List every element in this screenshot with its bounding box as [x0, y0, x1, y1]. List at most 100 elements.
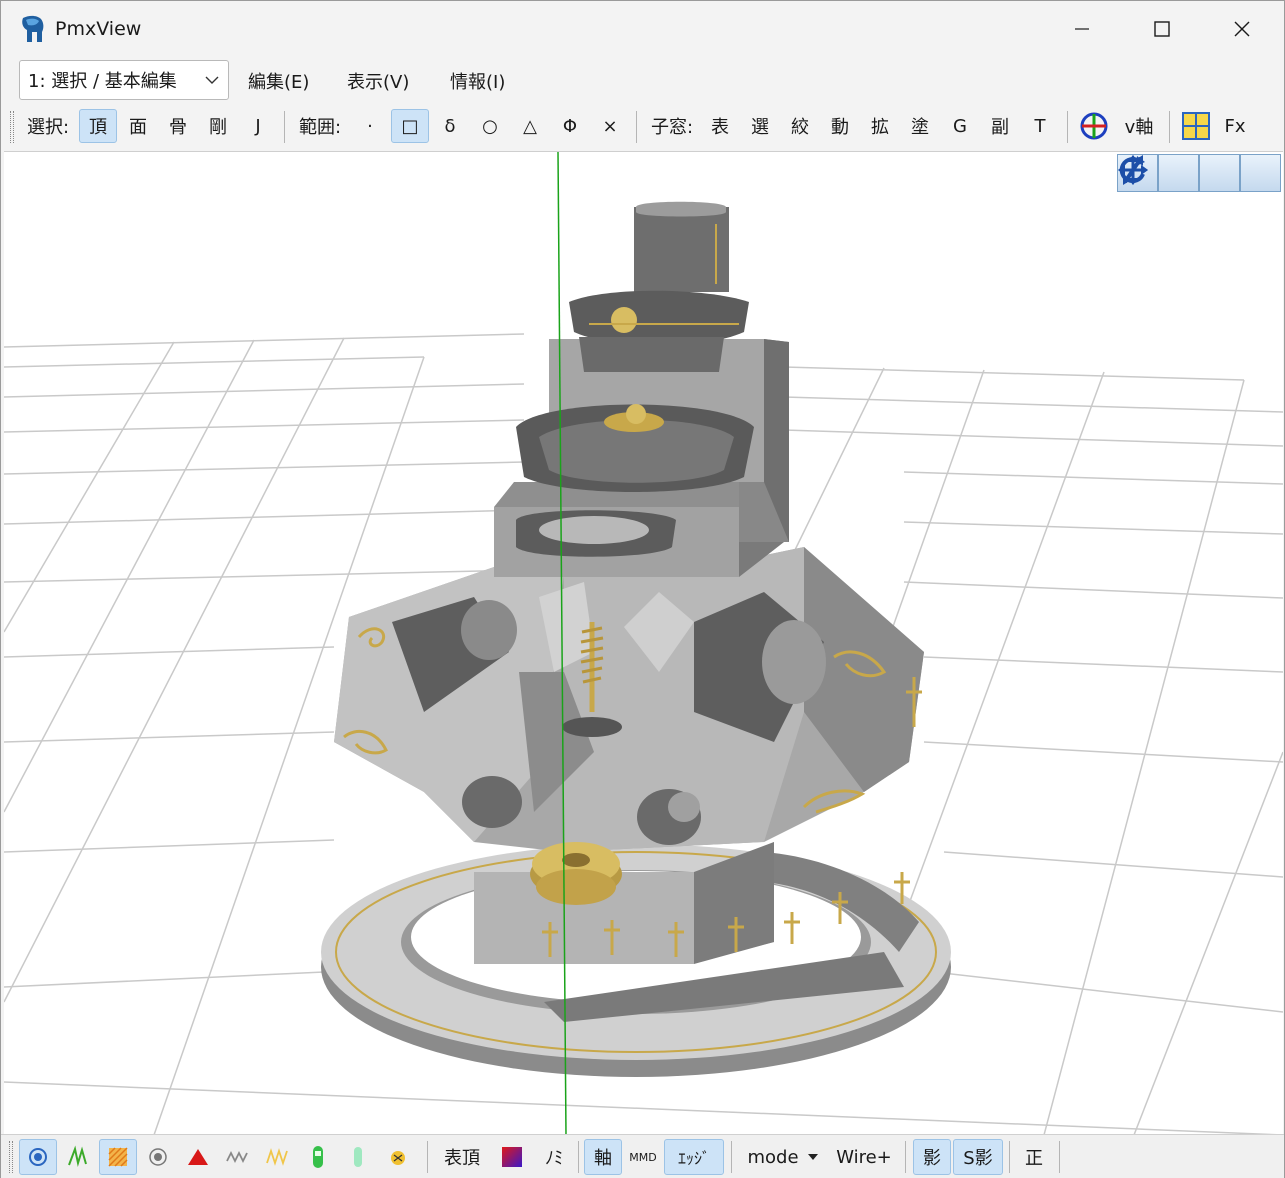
- range-phi-button[interactable]: Φ: [551, 109, 589, 143]
- shadow-button[interactable]: 影: [913, 1139, 951, 1175]
- orthographic-button[interactable]: 正: [1015, 1139, 1053, 1175]
- mmd-button[interactable]: MMD: [624, 1139, 662, 1175]
- statusbar-separator: [1059, 1141, 1060, 1173]
- show-bone-point-button[interactable]: [139, 1139, 177, 1175]
- range-circle-button[interactable]: ○: [471, 109, 509, 143]
- model-top-pillar: [569, 201, 749, 372]
- caret-down-icon: [807, 1154, 818, 1160]
- range-point-button[interactable]: ·: [351, 109, 389, 143]
- show-ik-button[interactable]: [179, 1139, 217, 1175]
- camera-rotate-button[interactable]: [1119, 154, 1281, 192]
- menu-info[interactable]: 情報(I): [450, 68, 505, 94]
- child-scale-button[interactable]: 拡: [861, 109, 899, 143]
- table-vertex-button[interactable]: 表頂: [435, 1139, 489, 1175]
- gray-wave-icon: [226, 1150, 248, 1164]
- show-softbody-button[interactable]: [379, 1139, 417, 1175]
- range-rect-button[interactable]: □: [391, 109, 429, 143]
- statusbar-separator: [731, 1141, 732, 1173]
- select-rigid-button[interactable]: 剛: [199, 109, 237, 143]
- green-scribble-icon: [68, 1145, 87, 1167]
- toolbar-separator: [636, 111, 637, 143]
- mi-button[interactable]: ﾉﾐ: [535, 1139, 573, 1175]
- statusbar-separator: [427, 1141, 428, 1173]
- render-mode-label: mode: [747, 1146, 799, 1168]
- axis-display-button[interactable]: 軸: [584, 1139, 622, 1175]
- render-mode-dropdown[interactable]: mode: [739, 1139, 827, 1175]
- select-bone-button[interactable]: 骨: [159, 109, 197, 143]
- camera-move-button[interactable]: [1118, 154, 1199, 192]
- show-weight-button[interactable]: [99, 1139, 137, 1175]
- show-rigid-button[interactable]: [299, 1139, 337, 1175]
- edge-button[interactable]: ｴｯｼﾞ: [664, 1139, 724, 1175]
- green-capsule-icon: [313, 1146, 323, 1168]
- material-color-button[interactable]: [493, 1139, 531, 1175]
- viewport-camera-tools: [1117, 154, 1281, 192]
- maximize-icon: [1154, 21, 1170, 37]
- child-paint-button[interactable]: 塗: [901, 109, 939, 143]
- self-shadow-button[interactable]: S影: [953, 1139, 1003, 1175]
- gray-dot-icon: [149, 1148, 167, 1166]
- show-vertex-dot-button[interactable]: [19, 1139, 57, 1175]
- edit-mode-select[interactable]: 1: 選択 / 基本編集: [19, 60, 229, 100]
- edit-mode-value: 1: 選択 / 基本編集: [28, 71, 177, 92]
- scene-render: [4, 152, 1283, 1134]
- layout-grid-button[interactable]: [1177, 109, 1215, 143]
- child-table-button[interactable]: 表: [701, 109, 739, 143]
- close-icon: [1234, 21, 1250, 37]
- child-window-label: 子窓:: [650, 117, 694, 138]
- child-g-button[interactable]: G: [941, 109, 979, 143]
- 3d-viewport[interactable]: [4, 151, 1283, 1134]
- select-joint-button[interactable]: J: [239, 109, 277, 143]
- show-normals-button[interactable]: [59, 1139, 97, 1175]
- fx-button[interactable]: Fx: [1217, 109, 1253, 143]
- red-triangle-icon: [188, 1149, 208, 1165]
- orange-hatch-icon: [108, 1147, 128, 1167]
- toolbar-grip[interactable]: [10, 111, 14, 143]
- radio-dot-icon: [29, 1148, 47, 1166]
- main-toolbar: 選択: 頂 面 骨 剛 J 範囲: · □ δ ○ △ Φ × 子窓: 表 選 …: [1, 103, 1284, 149]
- menu-edit[interactable]: 編集(E): [248, 68, 309, 94]
- yellow-blob-icon: [391, 1151, 405, 1165]
- crosshair-axis-icon: [1080, 112, 1108, 140]
- maximize-button[interactable]: [1122, 1, 1202, 57]
- show-bone-link-button[interactable]: [219, 1139, 257, 1175]
- select-label: 選択:: [26, 117, 70, 138]
- yellow-wave-icon: [266, 1148, 288, 1166]
- menu-view[interactable]: 表示(V): [347, 68, 409, 94]
- chevron-down-icon: [205, 76, 219, 84]
- app-window: PmxView 1: 選択 / 基本編集 編集(E) 表示(V) 情報(I) 選…: [0, 0, 1285, 1178]
- gradient-swatch-icon: [502, 1147, 522, 1167]
- v-axis-button[interactable]: v軸: [1117, 109, 1161, 143]
- child-filter-button[interactable]: 絞: [781, 109, 819, 143]
- select-vertex-button[interactable]: 頂: [79, 109, 117, 143]
- statusbar-separator: [905, 1141, 906, 1173]
- show-joint-button[interactable]: [339, 1139, 377, 1175]
- child-sub-button[interactable]: 副: [981, 109, 1019, 143]
- child-move-button[interactable]: 動: [821, 109, 859, 143]
- child-select-button[interactable]: 選: [741, 109, 779, 143]
- gold-gear: [530, 842, 622, 905]
- minimize-button[interactable]: [1042, 1, 1122, 57]
- axis-toggle-button[interactable]: [1075, 109, 1113, 143]
- wireframe-button[interactable]: Wire+: [831, 1139, 897, 1175]
- rotate-icon: [1119, 156, 1145, 184]
- range-label: 範囲:: [298, 117, 342, 138]
- close-button[interactable]: [1202, 1, 1282, 57]
- range-triangle-button[interactable]: △: [511, 109, 549, 143]
- toolbar-grip[interactable]: [9, 1141, 13, 1173]
- show-morph-button[interactable]: [259, 1139, 297, 1175]
- select-face-button[interactable]: 面: [119, 109, 157, 143]
- status-toolbar: 表頂 ﾉﾐ 軸 MMD ｴｯｼﾞ mode Wire+ 影 S影 正: [1, 1134, 1284, 1178]
- menu-bar: 1: 選択 / 基本編集 編集(E) 表示(V) 情報(I): [1, 57, 1284, 103]
- toolbar-separator: [1067, 111, 1068, 143]
- window-title: PmxView: [55, 18, 142, 40]
- pmxview-app-icon: [22, 15, 44, 42]
- title-bar: PmxView: [1, 1, 1284, 57]
- range-clear-button[interactable]: ×: [591, 109, 629, 143]
- camera-zoom-button[interactable]: [1123, 154, 1240, 192]
- statusbar-separator: [1009, 1141, 1010, 1173]
- child-t-button[interactable]: T: [1021, 109, 1059, 143]
- toolbar-separator: [284, 111, 285, 143]
- toolbar-separator: [1169, 111, 1170, 143]
- range-delta-button[interactable]: δ: [431, 109, 469, 143]
